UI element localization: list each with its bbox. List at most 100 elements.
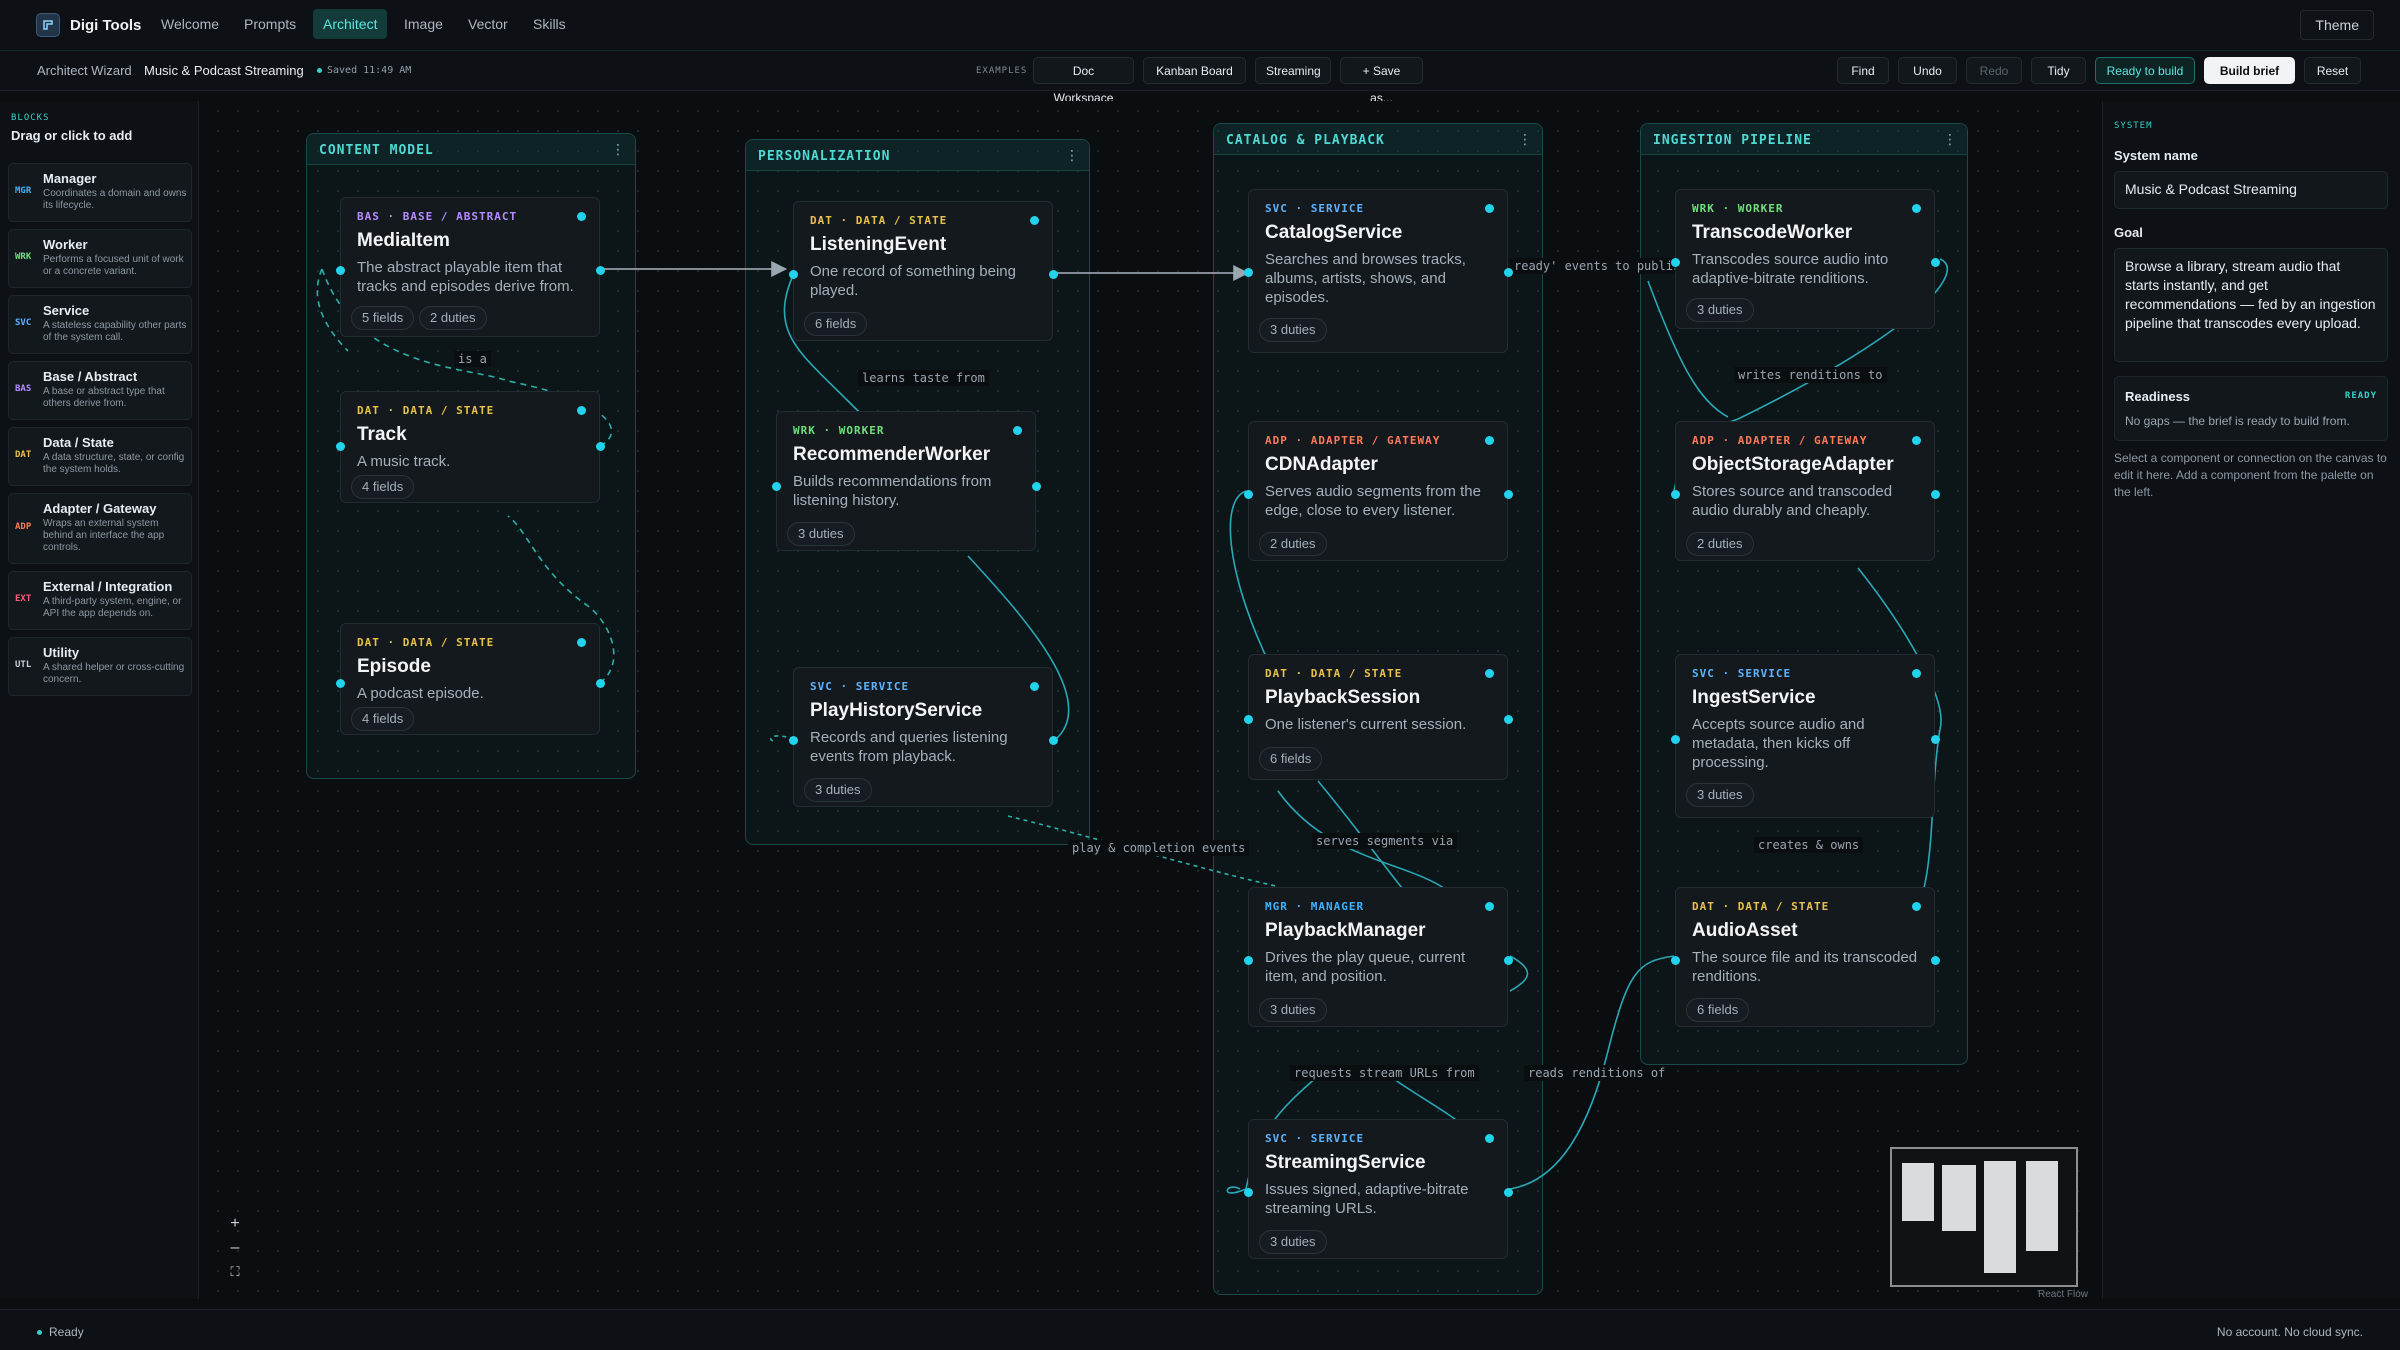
tab-architect[interactable]: Architect (313, 9, 388, 39)
project-name[interactable]: Music & Podcast Streaming (144, 63, 304, 78)
node-mediaitem[interactable]: BAS · BASE / ABSTRACT MediaItem The abst… (336, 197, 605, 337)
handle-left[interactable] (772, 482, 781, 491)
handle-top[interactable] (1485, 902, 1494, 911)
tidy-button[interactable]: Tidy (2031, 57, 2086, 84)
example-kanban-board[interactable]: Kanban Board (1143, 57, 1246, 84)
handle-right[interactable] (596, 679, 605, 688)
build-brief-button[interactable]: Build brief (2204, 57, 2295, 84)
handle-left[interactable] (1244, 490, 1253, 499)
handle-top[interactable] (577, 638, 586, 647)
block-base-abstract[interactable]: BAS Base / Abstract A base or abstract t… (8, 361, 192, 420)
node-playbacksession[interactable]: DAT · DATA / STATE PlaybackSession One l… (1244, 654, 1513, 780)
handle-right[interactable] (596, 266, 605, 275)
handle-top[interactable] (1485, 436, 1494, 445)
block-worker[interactable]: WRK Worker Performs a focused unit of wo… (8, 229, 192, 288)
edge-label-writes[interactable]: writes renditions to (1734, 367, 1887, 383)
handle-right[interactable] (1504, 956, 1513, 965)
redo-button[interactable]: Redo (1966, 57, 2022, 84)
handle-left[interactable] (336, 266, 345, 275)
handle-right[interactable] (1931, 956, 1940, 965)
block-service[interactable]: SVC Service A stateless capability other… (8, 295, 192, 354)
handle-left[interactable] (789, 270, 798, 279)
reset-button[interactable]: Reset (2304, 57, 2361, 84)
handle-left[interactable] (1671, 735, 1680, 744)
tab-skills[interactable]: Skills (523, 9, 576, 39)
node-recommenderworker[interactable]: WRK · WORKER RecommenderWorker Builds re… (772, 411, 1041, 551)
ready-to-build-button[interactable]: Ready to build (2095, 57, 2195, 84)
block-utility[interactable]: UTL Utility A shared helper or cross-cut… (8, 637, 192, 696)
handle-right[interactable] (1504, 268, 1513, 277)
handle-left[interactable] (336, 679, 345, 688)
example-doc-workspace[interactable]: Doc Workspace (1033, 57, 1134, 105)
handle-right[interactable] (1504, 715, 1513, 724)
handle-left[interactable] (1244, 1188, 1253, 1197)
duties-chip[interactable]: 3 duties (1259, 318, 1327, 342)
handle-right[interactable] (1032, 482, 1041, 491)
handle-left[interactable] (1671, 490, 1680, 499)
goal-textarea[interactable]: Browse a library, stream audio that star… (2114, 248, 2388, 362)
duties-chip[interactable]: 3 duties (1686, 298, 1754, 322)
node-transcodeworker[interactable]: WRK · WORKER TranscodeWorker Transcodes … (1671, 189, 1940, 329)
fields-chip[interactable]: 6 fields (1259, 747, 1323, 771)
duties-chip[interactable]: 3 duties (1259, 1230, 1327, 1254)
react-flow-attribution[interactable]: React Flow (2038, 1289, 2088, 1299)
handle-left[interactable] (1244, 715, 1253, 724)
minimap[interactable] (1890, 1147, 2078, 1287)
handle-top[interactable] (1013, 426, 1022, 435)
handle-top[interactable] (577, 406, 586, 415)
handle-right[interactable] (1931, 490, 1940, 499)
node-playbackmanager[interactable]: MGR · MANAGER PlaybackManager Drives the… (1244, 887, 1513, 1027)
duties-chip[interactable]: 3 duties (787, 522, 855, 546)
block-adapter-gateway[interactable]: ADP Adapter / Gateway Wraps an external … (8, 493, 192, 564)
block-manager[interactable]: MGR Manager Coordinates a domain and own… (8, 163, 192, 222)
fields-chip[interactable]: 5 fields (351, 306, 415, 330)
tab-welcome[interactable]: Welcome (151, 9, 229, 39)
tab-prompts[interactable]: Prompts (234, 9, 306, 39)
duties-chip[interactable]: 3 duties (804, 778, 872, 802)
duties-chip[interactable]: 3 duties (1259, 998, 1327, 1022)
node-episode[interactable]: DAT · DATA / STATE Episode A podcast epi… (336, 623, 605, 735)
fields-chip[interactable]: 4 fields (351, 475, 415, 499)
handle-top[interactable] (1485, 669, 1494, 678)
node-ingestservice[interactable]: SVC · SERVICE IngestService Accepts sour… (1671, 654, 1940, 818)
edge-label-creates[interactable]: creates & owns (1754, 837, 1864, 853)
theme-button[interactable]: Theme (2300, 10, 2374, 40)
example-streaming[interactable]: Streaming (1255, 57, 1331, 84)
handle-top[interactable] (1485, 204, 1494, 213)
handle-left[interactable] (1671, 956, 1680, 965)
handle-right[interactable] (1931, 258, 1940, 267)
block-data-state[interactable]: DAT Data / State A data structure, state… (8, 427, 192, 486)
handle-top[interactable] (1030, 682, 1039, 691)
edge-label-reads[interactable]: reads renditions of (1524, 1065, 1670, 1081)
fields-chip[interactable]: 4 fields (351, 707, 415, 731)
handle-right[interactable] (1049, 270, 1058, 279)
duties-chip[interactable]: 2 duties (419, 306, 487, 330)
fit-view-icon[interactable]: ⛶ (224, 1261, 246, 1283)
tab-image[interactable]: Image (394, 9, 453, 39)
handle-top[interactable] (1912, 669, 1921, 678)
edge-label-serves[interactable]: serves segments via (1312, 833, 1458, 849)
node-cdnadapter[interactable]: ADP · ADAPTER / GATEWAY CDNAdapter Serve… (1244, 421, 1513, 561)
zoom-in-button[interactable]: + (224, 1213, 246, 1235)
fields-chip[interactable]: 6 fields (1686, 998, 1750, 1022)
handle-top[interactable] (1030, 216, 1039, 225)
handle-top[interactable] (577, 212, 586, 221)
duties-chip[interactable]: 3 duties (1686, 783, 1754, 807)
system-name-input[interactable]: Music & Podcast Streaming (2114, 171, 2388, 209)
duties-chip[interactable]: 2 duties (1259, 532, 1327, 556)
zoom-out-button[interactable]: – (224, 1237, 246, 1259)
undo-button[interactable]: Undo (1898, 57, 1957, 84)
edge-label-requests[interactable]: requests stream URLs from (1290, 1065, 1479, 1081)
node-track[interactable]: DAT · DATA / STATE Track A music track. … (336, 391, 605, 503)
block-external-integration[interactable]: EXT External / Integration A third-party… (8, 571, 192, 630)
handle-top[interactable] (1912, 204, 1921, 213)
edge-label-is-a[interactable]: is a (454, 351, 491, 367)
edge-label-play-events[interactable]: play & completion events (1068, 840, 1250, 856)
node-catalogservice[interactable]: SVC · SERVICE CatalogService Searches an… (1244, 189, 1513, 353)
handle-top[interactable] (1912, 436, 1921, 445)
handle-right[interactable] (1049, 736, 1058, 745)
node-audioasset[interactable]: DAT · DATA / STATE AudioAsset The source… (1671, 887, 1940, 1027)
handle-top[interactable] (1485, 1134, 1494, 1143)
node-objectstorageadapter[interactable]: ADP · ADAPTER / GATEWAY ObjectStorageAda… (1671, 421, 1940, 561)
edge-label-ready-events[interactable]: ready' events to publis (1510, 258, 1685, 274)
